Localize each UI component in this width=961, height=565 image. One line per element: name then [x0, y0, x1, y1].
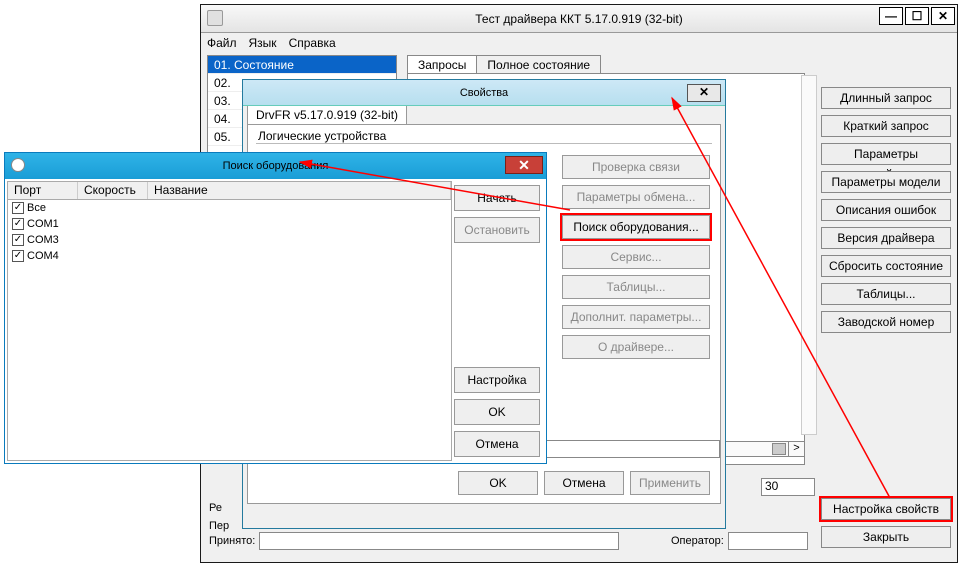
- sidebar-item[interactable]: 01. Состояние: [208, 56, 396, 74]
- properties-ok-button[interactable]: OK: [458, 471, 538, 495]
- sent-label: Пер: [209, 520, 229, 532]
- close-button[interactable]: ✕: [931, 7, 955, 25]
- properties-title: Свойства: [460, 87, 508, 99]
- menu-lang[interactable]: Язык: [249, 36, 277, 50]
- tab-full-state[interactable]: Полное состояние: [476, 55, 601, 75]
- minimize-button[interactable]: —: [879, 7, 903, 25]
- menu-help[interactable]: Справка: [289, 36, 336, 50]
- checkbox[interactable]: [12, 250, 24, 262]
- magnifier-icon: [11, 158, 25, 172]
- properties-apply-button[interactable]: Применить: [630, 471, 710, 495]
- result-label: Ре: [209, 502, 222, 514]
- tabs: Запросы Полное состояние: [407, 55, 600, 75]
- checkbox[interactable]: [12, 218, 24, 230]
- error-desc-button[interactable]: Описания ошибок: [821, 199, 951, 221]
- device-params-button[interactable]: Параметры устройства: [821, 143, 951, 165]
- list-item[interactable]: COM3: [8, 232, 451, 248]
- app-icon: [207, 10, 223, 26]
- search-equipment-button[interactable]: Поиск оборудования...: [562, 215, 710, 239]
- search-config-button[interactable]: Настройка: [454, 367, 540, 393]
- received-field[interactable]: [259, 532, 619, 550]
- header-speed[interactable]: Скорость: [78, 182, 148, 199]
- header-port[interactable]: Порт: [8, 182, 78, 199]
- stop-search-button[interactable]: Остановить: [454, 217, 540, 243]
- list-item[interactable]: COM4: [8, 248, 451, 264]
- tables-prop-button[interactable]: Таблицы...: [562, 275, 710, 299]
- menubar: Файл Язык Справка: [201, 33, 957, 53]
- search-equipment-dialog: Поиск оборудования ✕ Порт Скорость Назва…: [4, 152, 547, 464]
- check-connection-button[interactable]: Проверка связи: [562, 155, 710, 179]
- reset-state-button[interactable]: Сбросить состояние: [821, 255, 951, 277]
- received-label: Принято:: [209, 535, 255, 547]
- operator-label: Оператор:: [671, 535, 724, 547]
- extra-params-button[interactable]: Дополнит. параметры...: [562, 305, 710, 329]
- operator-field[interactable]: [728, 532, 808, 550]
- close-app-button[interactable]: Закрыть: [821, 526, 951, 548]
- properties-cancel-button[interactable]: Отмена: [544, 471, 624, 495]
- start-search-button[interactable]: Начать: [454, 185, 540, 211]
- scroll-right-icon[interactable]: >: [788, 442, 804, 456]
- search-cancel-button[interactable]: Отмена: [454, 431, 540, 457]
- logical-devices-label: Логические устройства: [258, 129, 386, 143]
- main-titlebar: Тест драйвера ККТ 5.17.0.919 (32-bit) — …: [201, 5, 957, 33]
- properties-close-button[interactable]: ✕: [687, 84, 721, 102]
- exchange-params-button[interactable]: Параметры обмена...: [562, 185, 710, 209]
- right-button-panel: Длинный запрос Краткий запрос Параметры …: [821, 87, 951, 333]
- vertical-scrollbar[interactable]: [801, 75, 817, 435]
- service-button[interactable]: Сервис...: [562, 245, 710, 269]
- list-item[interactable]: COM1: [8, 216, 451, 232]
- properties-titlebar: Свойства ✕: [243, 80, 725, 106]
- about-driver-button[interactable]: О драйвере...: [562, 335, 710, 359]
- port-list: Порт Скорость Название Все COM1 COM3 COM…: [7, 181, 452, 461]
- short-request-button[interactable]: Краткий запрос: [821, 115, 951, 137]
- search-ok-button[interactable]: OK: [454, 399, 540, 425]
- tables-button[interactable]: Таблицы...: [821, 283, 951, 305]
- checkbox[interactable]: [12, 234, 24, 246]
- search-title: Поиск оборудования: [223, 160, 329, 172]
- checkbox[interactable]: [12, 202, 24, 214]
- timeout-field[interactable]: 30: [761, 478, 815, 496]
- properties-tab[interactable]: DrvFR v5.17.0.919 (32-bit): [247, 105, 407, 124]
- factory-number-button[interactable]: Заводской номер: [821, 311, 951, 333]
- long-request-button[interactable]: Длинный запрос: [821, 87, 951, 109]
- list-item[interactable]: Все: [8, 200, 451, 216]
- scroll-thumb[interactable]: [772, 443, 786, 455]
- main-title: Тест драйвера ККТ 5.17.0.919 (32-bit): [475, 12, 683, 26]
- search-close-button[interactable]: ✕: [505, 156, 543, 174]
- tab-requests[interactable]: Запросы: [407, 55, 477, 75]
- menu-file[interactable]: Файл: [207, 36, 237, 50]
- maximize-button[interactable]: ☐: [905, 7, 929, 25]
- configure-properties-button[interactable]: Настройка свойств: [821, 498, 951, 520]
- driver-version-button[interactable]: Версия драйвера: [821, 227, 951, 249]
- model-params-button[interactable]: Параметры модели: [821, 171, 951, 193]
- search-titlebar: Поиск оборудования ✕: [5, 153, 546, 179]
- header-name[interactable]: Название: [148, 182, 451, 199]
